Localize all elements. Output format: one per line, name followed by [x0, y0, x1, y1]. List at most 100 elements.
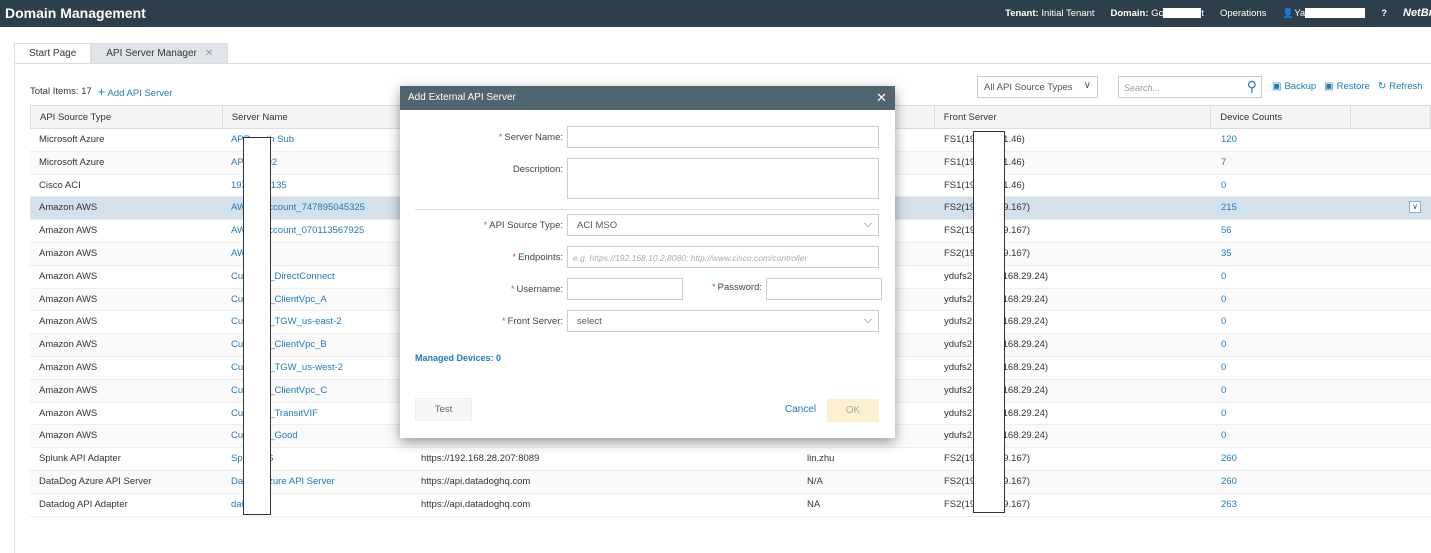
restore-label: Restore	[1336, 81, 1370, 92]
server-name-end: 1_TGW_us-west-2	[263, 361, 344, 373]
device-count-link[interactable]: 0	[1212, 357, 1352, 379]
row-actions-cell	[1352, 448, 1431, 470]
dialog-title: Add External API Server	[408, 92, 516, 103]
test-button[interactable]: Test	[415, 398, 472, 421]
table-row[interactable]: DataDog Azure API Server Dat Azure API Ser…	[30, 470, 1431, 494]
backup-icon: ▣	[1272, 81, 1282, 92]
add-label: Add API Server	[107, 88, 173, 99]
logo: NetBrain	[1403, 7, 1431, 19]
endpoint-cell: https://api.datadoghq.com	[421, 475, 531, 487]
device-count-link[interactable]: 120	[1212, 129, 1352, 151]
server-name-end: Azure API Server	[261, 475, 335, 487]
password-input[interactable]	[766, 278, 882, 300]
managed-devices-link[interactable]: Managed Devices: 0	[415, 353, 501, 363]
help-icon[interactable]: ?	[1381, 8, 1387, 19]
endpoints-label: Endpoints:	[518, 252, 563, 263]
redaction-box	[243, 137, 271, 515]
backup-button[interactable]: ▣ Backup	[1272, 81, 1316, 92]
front-server-start: ydufs2	[944, 361, 972, 373]
server-name-end: Account_747895045325	[261, 202, 365, 214]
row-actions-cell	[1352, 471, 1431, 493]
device-count-link[interactable]: 0	[1212, 334, 1352, 356]
dialog-header: Add External API Server ✕	[400, 86, 895, 110]
description-textarea[interactable]	[567, 158, 879, 199]
front-server-end: .168.29.24)	[1000, 407, 1049, 419]
refresh-button[interactable]: ↻ Refresh	[1378, 81, 1423, 92]
device-count-link[interactable]: 0	[1212, 289, 1352, 311]
row-menu-chevron-icon[interactable]: ∨	[1409, 201, 1421, 214]
front-server-start: FS2(19	[944, 453, 976, 465]
device-count-link[interactable]: 0	[1212, 311, 1352, 333]
front-server-start: FS2(19	[944, 202, 976, 214]
server-name-end: 1_ClientVpc_A	[263, 293, 327, 305]
column-header[interactable]: Server Name	[223, 106, 413, 128]
search-input[interactable]: Search... ⚲	[1118, 76, 1262, 98]
api-source-type-cell: Amazon AWS	[39, 430, 98, 442]
api-source-type-select[interactable]: ACI MSO ⌵	[567, 214, 879, 236]
api-source-type-filter[interactable]: All API Source Types ∨	[977, 76, 1098, 98]
required-mark: *	[711, 282, 716, 293]
front-server-select[interactable]: select ⌵	[567, 310, 879, 332]
server-name-end: Account_070113567925	[261, 225, 365, 237]
table-row[interactable]: Datadog API Adapter dat https://api.datado…	[30, 493, 1431, 517]
close-icon[interactable]: ✕	[876, 90, 887, 106]
device-count-link[interactable]: 35	[1212, 243, 1352, 265]
front-server-end: 9.167)	[1003, 202, 1031, 214]
domain-info[interactable]: Domain: Gc t	[1111, 8, 1204, 19]
chevron-down-icon: ⌵	[863, 218, 872, 230]
front-server-end: 9.167)	[1003, 225, 1031, 237]
user-menu[interactable]: 👤Ya	[1282, 8, 1366, 19]
top-bar: Domain Management Tenant: Initial Tenant…	[0, 0, 1431, 27]
device-count-link[interactable]: 0	[1212, 403, 1352, 425]
column-header[interactable]: Device Counts	[1211, 106, 1352, 128]
front-server-end: .168.29.24)	[1000, 339, 1049, 351]
tenant-info[interactable]: Tenant: Initial Tenant	[1005, 8, 1094, 19]
column-header[interactable]: API Source Type	[31, 106, 223, 128]
front-server-start: FS2(19	[944, 247, 976, 259]
server-name-end: 1_ClientVpc_C	[263, 384, 328, 396]
row-actions-cell	[1352, 425, 1431, 447]
front-server-label: Front Server:	[507, 316, 563, 327]
device-count-link[interactable]: 260	[1212, 471, 1352, 493]
app-title: Domain Management	[5, 5, 146, 21]
endpoints-input[interactable]: e.g. https://192.168.10.2:8080; http://w…	[567, 246, 879, 268]
tab-label: Start Page	[29, 48, 77, 59]
api-source-type-cell: Amazon AWS	[39, 293, 98, 305]
device-count-link[interactable]: 56	[1212, 220, 1352, 242]
username-input[interactable]	[567, 278, 683, 300]
device-count-link[interactable]: 0	[1212, 380, 1352, 402]
device-count-link[interactable]: 0	[1212, 266, 1352, 288]
device-count-link[interactable]: 260	[1212, 448, 1352, 470]
tab-start-page[interactable]: Start Page	[14, 43, 92, 63]
device-count-link[interactable]: 0	[1212, 425, 1352, 447]
row-actions-cell	[1352, 357, 1431, 379]
tab-bar: Start Page API Server Manager ✕	[14, 43, 229, 63]
cancel-button[interactable]: Cancel	[785, 404, 816, 415]
restore-button[interactable]: ▣ Restore	[1324, 81, 1370, 92]
column-header[interactable]: Front Server	[935, 106, 1212, 128]
api-source-type-cell: Amazon AWS	[39, 225, 98, 237]
row-actions-cell	[1352, 334, 1431, 356]
row-actions-cell	[1352, 129, 1431, 151]
required-mark: *	[510, 284, 515, 295]
ok-button[interactable]: OK	[827, 399, 879, 422]
add-api-server-button[interactable]: + Add API Server	[98, 84, 173, 99]
api-source-type-cell: Splunk API Adapter	[39, 453, 121, 465]
device-count-link[interactable]: 7	[1212, 152, 1352, 174]
row-actions-cell	[1352, 152, 1431, 174]
api-source-type-cell: Amazon AWS	[39, 247, 98, 259]
server-name-end: 2_TransitVIF	[263, 407, 318, 419]
username-cell: NA	[807, 498, 821, 510]
operations-link[interactable]: Operations	[1220, 8, 1266, 19]
close-tab-icon[interactable]: ✕	[205, 48, 213, 59]
refresh-label: Refresh	[1389, 81, 1423, 92]
plus-icon: +	[97, 84, 106, 99]
server-name-input[interactable]	[567, 126, 879, 148]
table-row[interactable]: Splunk API AdapterSplVShttps://192.168.2…	[30, 448, 1431, 471]
device-count-link[interactable]: 215	[1212, 197, 1352, 219]
device-count-link[interactable]: 263	[1212, 494, 1352, 516]
tab-api-server-manager[interactable]: API Server Manager ✕	[91, 43, 229, 63]
device-count-link[interactable]: 0	[1212, 175, 1352, 197]
search-icon[interactable]: ⚲	[1247, 78, 1257, 95]
front-server-end: 1.46)	[1003, 156, 1025, 168]
